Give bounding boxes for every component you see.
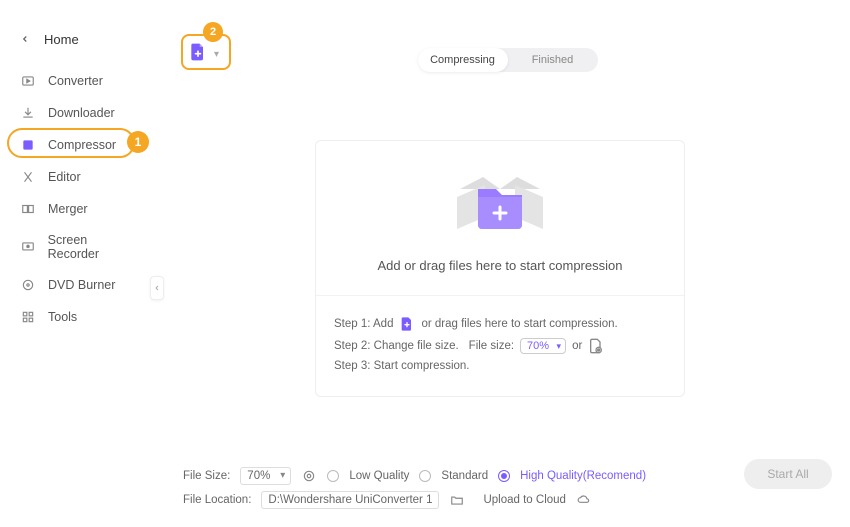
downloader-icon bbox=[20, 105, 36, 121]
converter-icon bbox=[20, 73, 36, 89]
start-all-button[interactable]: Start All bbox=[744, 459, 832, 489]
compressor-icon bbox=[20, 137, 36, 153]
step-1-text-a: Step 1: Add bbox=[334, 318, 393, 330]
sidebar-item-label: Downloader bbox=[48, 106, 115, 120]
drop-title: Add or drag files here to start compress… bbox=[326, 258, 674, 273]
sidebar-item-label: Editor bbox=[48, 170, 81, 184]
sidebar-item-editor[interactable]: Editor bbox=[0, 161, 160, 193]
sidebar-item-label: Screen Recorder bbox=[48, 233, 140, 261]
bottom-bar: File Size: 70% Low Quality Standard High… bbox=[183, 461, 832, 515]
add-file-button[interactable] bbox=[188, 42, 208, 67]
add-file-icon bbox=[399, 316, 415, 332]
step-1-text-b: or drag files here to start compression. bbox=[421, 318, 617, 330]
step-2-text-a: Step 2: Change file size. bbox=[334, 340, 459, 352]
sidebar-item-screen-recorder[interactable]: Screen Recorder bbox=[0, 225, 160, 269]
step-2-or: or bbox=[572, 340, 582, 352]
quality-standard-label: Standard bbox=[441, 470, 488, 482]
sidebar-item-label: Compressor bbox=[48, 138, 116, 152]
step-2-filesize-label: File size: bbox=[469, 340, 514, 352]
location-select[interactable]: D:\Wondershare UniConverter 1 bbox=[261, 491, 439, 509]
add-file-dropdown[interactable]: ▾ bbox=[214, 49, 219, 60]
upload-cloud-label: Upload to Cloud bbox=[483, 494, 565, 506]
filesize-select[interactable]: 70% bbox=[240, 467, 291, 485]
cloud-upload-icon[interactable] bbox=[576, 492, 592, 508]
quality-standard-radio[interactable] bbox=[419, 470, 431, 482]
sidebar-item-tools[interactable]: Tools bbox=[0, 301, 160, 333]
tab-finished[interactable]: Finished bbox=[508, 48, 598, 72]
quality-low-label: Low Quality bbox=[349, 470, 409, 482]
steps-panel: Step 1: Add or drag files here to start … bbox=[316, 295, 684, 396]
quality-high-radio[interactable] bbox=[498, 470, 510, 482]
step-2: Step 2: Change file size. File size: 70%… bbox=[334, 338, 666, 354]
drop-zone[interactable]: Add or drag files here to start compress… bbox=[316, 141, 684, 295]
location-label: File Location: bbox=[183, 494, 251, 506]
callout-badge-2: 2 bbox=[203, 22, 223, 42]
sidebar-item-label: Tools bbox=[48, 310, 77, 324]
step-3: Step 3: Start compression. bbox=[334, 360, 666, 372]
sidebar: Home Converter Downloader Compressor Edi… bbox=[0, 0, 160, 527]
home-label: Home bbox=[44, 32, 79, 47]
quality-high-label: High Quality(Recomend) bbox=[520, 470, 646, 482]
screen-recorder-icon bbox=[20, 239, 36, 255]
dvd-burner-icon bbox=[20, 277, 36, 293]
folder-plus-icon bbox=[445, 167, 555, 237]
open-folder-icon[interactable] bbox=[449, 492, 465, 508]
sidebar-item-merger[interactable]: Merger bbox=[0, 193, 160, 225]
file-settings-icon[interactable] bbox=[588, 338, 604, 354]
sidebar-item-label: DVD Burner bbox=[48, 278, 115, 292]
status-tabs: Compressing Finished bbox=[418, 48, 598, 72]
settings-gear-icon[interactable] bbox=[301, 468, 317, 484]
main-panel: ▾ 2 Compressing Finished Add or drag fil… bbox=[165, 0, 850, 527]
sidebar-collapse-handle[interactable] bbox=[150, 276, 164, 300]
sidebar-item-converter[interactable]: Converter bbox=[0, 65, 160, 97]
sidebar-item-downloader[interactable]: Downloader bbox=[0, 97, 160, 129]
sidebar-item-label: Converter bbox=[48, 74, 103, 88]
sidebar-item-compressor[interactable]: Compressor bbox=[0, 129, 160, 161]
editor-icon bbox=[20, 169, 36, 185]
step-3-text: Step 3: Start compression. bbox=[334, 360, 470, 372]
quality-low-radio[interactable] bbox=[327, 470, 339, 482]
step-1: Step 1: Add or drag files here to start … bbox=[334, 316, 666, 332]
tab-compressing[interactable]: Compressing bbox=[418, 48, 508, 72]
tools-icon bbox=[20, 309, 36, 325]
drop-panel: Add or drag files here to start compress… bbox=[315, 140, 685, 397]
merger-icon bbox=[20, 201, 36, 217]
sidebar-item-label: Merger bbox=[48, 202, 88, 216]
filesize-label: File Size: bbox=[183, 470, 230, 482]
sidebar-item-dvd-burner[interactable]: DVD Burner bbox=[0, 269, 160, 301]
home-row[interactable]: Home bbox=[0, 28, 160, 65]
step-percent-select[interactable]: 70% bbox=[520, 338, 566, 354]
back-icon[interactable] bbox=[20, 32, 30, 47]
